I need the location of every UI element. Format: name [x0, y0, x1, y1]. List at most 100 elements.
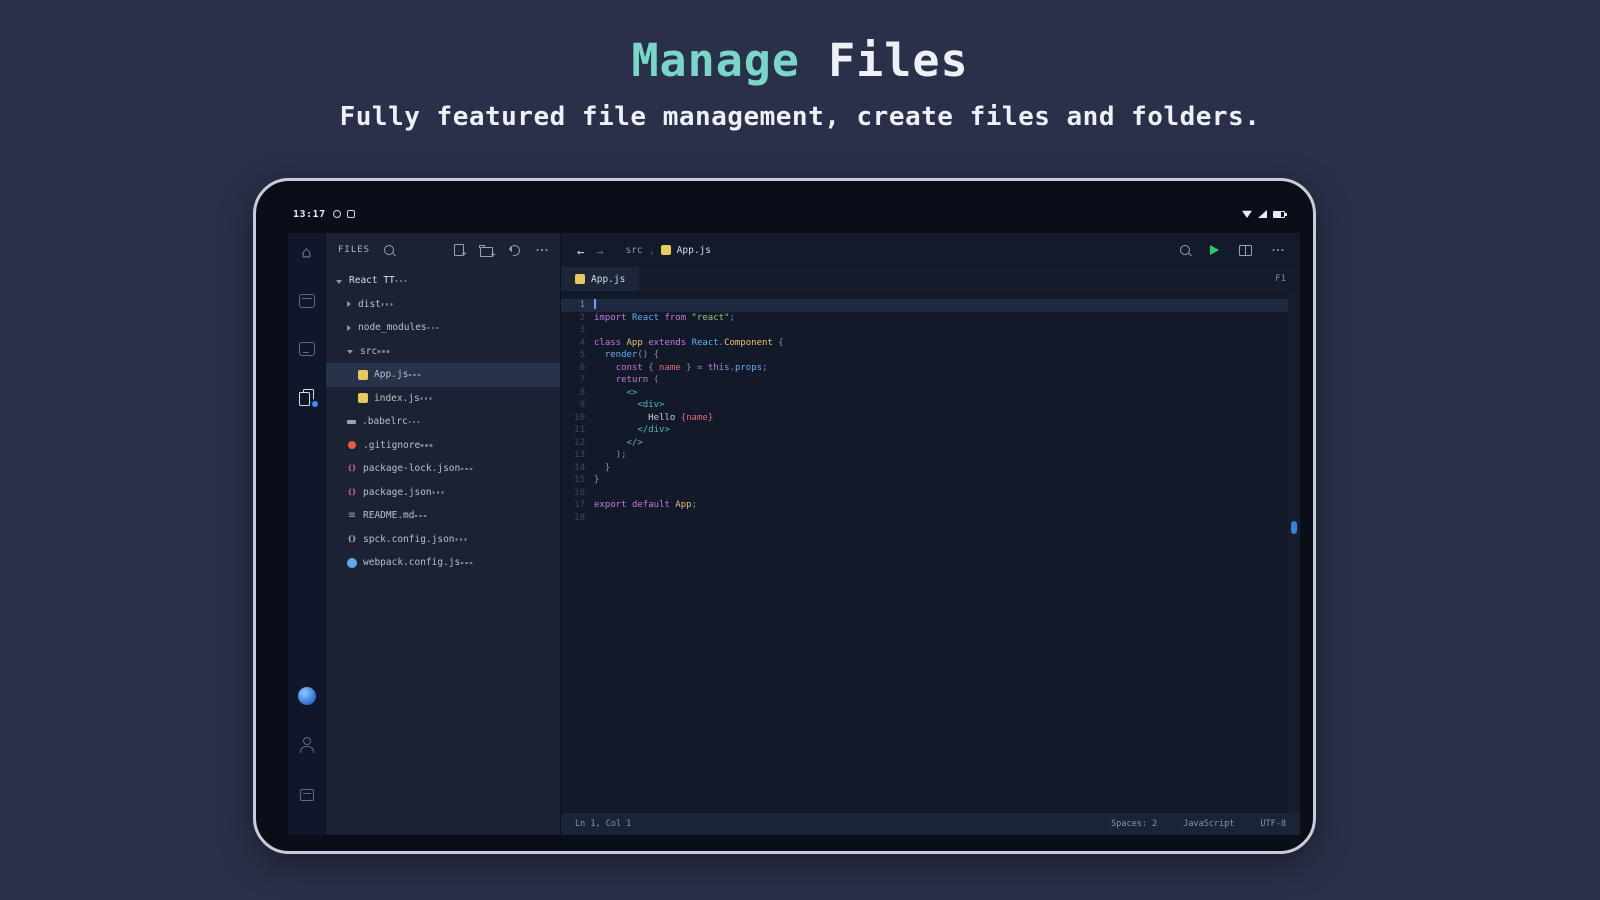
page-title-rest: Files: [800, 34, 969, 87]
language-mode[interactable]: JavaScript: [1183, 819, 1234, 829]
tree-item[interactable]: spck.config.json: [326, 528, 560, 552]
code-line[interactable]: 14 }: [561, 462, 1300, 475]
chevron-down-icon[interactable]: [336, 280, 342, 284]
tree-item[interactable]: node_modules: [326, 316, 560, 340]
line-number: 17: [561, 499, 594, 512]
code-line[interactable]: 4class App extends React.Component {: [561, 337, 1300, 350]
more-icon[interactable]: [413, 421, 416, 424]
line-number: 15: [561, 474, 594, 487]
more-icon[interactable]: [460, 538, 463, 541]
more-icon[interactable]: [419, 515, 422, 518]
notification-badge: [310, 399, 320, 409]
forward-icon[interactable]: [596, 241, 603, 260]
tree-item[interactable]: README.md: [326, 504, 560, 528]
code-line[interactable]: 2import React from "react";: [561, 312, 1300, 325]
new-folder-icon[interactable]: [480, 247, 493, 257]
tree-item[interactable]: dist: [326, 293, 560, 317]
more-icon[interactable]: [1277, 249, 1280, 252]
run-icon[interactable]: [1210, 245, 1219, 255]
indent-setting[interactable]: Spaces: 2: [1111, 819, 1157, 829]
files-icon[interactable]: [297, 387, 317, 407]
fold-indicator[interactable]: F1: [1275, 274, 1300, 284]
more-icon[interactable]: [437, 491, 440, 494]
wifi-icon: [1242, 210, 1252, 218]
editor-status-bar: Ln 1, Col 1 Spaces: 2 JavaScript UTF-8: [561, 813, 1300, 835]
new-file-icon[interactable]: [454, 244, 464, 256]
more-icon[interactable]: [465, 468, 468, 471]
console-icon[interactable]: [297, 339, 317, 359]
code-editor[interactable]: 12import React from "react";34class App …: [561, 291, 1300, 813]
alarm-icon: [333, 210, 341, 218]
js-file-icon: [661, 245, 671, 255]
page-title: Manage Files: [0, 34, 1600, 87]
more-icon[interactable]: [425, 397, 428, 400]
editor-icon[interactable]: [297, 291, 317, 311]
line-number: 18: [561, 512, 594, 525]
tree-item[interactable]: .babelrc: [326, 410, 560, 434]
line-content: );: [594, 449, 627, 462]
scrollbar-track[interactable]: [1288, 291, 1300, 813]
tree-item[interactable]: webpack.config.js: [326, 551, 560, 575]
search-icon[interactable]: [384, 245, 394, 255]
tree-item[interactable]: index.js: [326, 387, 560, 411]
code-line[interactable]: 16: [561, 487, 1300, 500]
activity-bar: [288, 233, 326, 835]
json-file-icon: [347, 487, 357, 497]
status-right-group: Spaces: 2 JavaScript UTF-8: [1111, 819, 1286, 829]
tree-item-label: package.json: [363, 487, 432, 498]
code-line[interactable]: 1: [561, 299, 1300, 312]
code-line[interactable]: 6 const { name } = this.props;: [561, 362, 1300, 375]
tree-item[interactable]: .gitignore: [326, 434, 560, 458]
tree-item[interactable]: package-lock.json: [326, 457, 560, 481]
more-icon[interactable]: [400, 280, 403, 283]
breadcrumb-file[interactable]: App.js: [677, 245, 711, 256]
code-line[interactable]: 13 );: [561, 449, 1300, 462]
more-icon[interactable]: [386, 303, 389, 306]
search-icon[interactable]: [1180, 245, 1190, 255]
refresh-icon[interactable]: [507, 243, 522, 258]
profile-icon[interactable]: [297, 735, 317, 755]
code-line[interactable]: 12 </>: [561, 437, 1300, 450]
tree-item[interactable]: src: [326, 340, 560, 364]
chevron-down-icon[interactable]: [347, 350, 353, 354]
tree-item[interactable]: package.json: [326, 481, 560, 505]
code-line[interactable]: 11 </div>: [561, 424, 1300, 437]
tree-item[interactable]: App.js: [326, 363, 560, 387]
cursor-position[interactable]: Ln 1, Col 1: [575, 819, 631, 829]
chevron-right-icon: [649, 241, 655, 260]
tree-item-label: node_modules: [358, 322, 427, 333]
encoding[interactable]: UTF-8: [1260, 819, 1286, 829]
code-line[interactable]: 15}: [561, 474, 1300, 487]
code-line[interactable]: 10 Hello {name}: [561, 412, 1300, 425]
split-view-icon[interactable]: [1239, 245, 1252, 256]
code-line[interactable]: 8 <>: [561, 387, 1300, 400]
breadcrumb-folder[interactable]: src: [625, 245, 642, 256]
babel-file-icon: [347, 420, 356, 424]
tree-item[interactable]: React TT: [326, 269, 560, 293]
back-icon[interactable]: [577, 241, 584, 260]
more-icon[interactable]: [425, 444, 428, 447]
more-icon[interactable]: [432, 327, 435, 330]
line-number: 2: [561, 312, 594, 325]
home-icon[interactable]: [297, 243, 317, 263]
more-icon[interactable]: [541, 249, 544, 252]
code-line[interactable]: 9 <div>: [561, 399, 1300, 412]
code-line[interactable]: 18: [561, 512, 1300, 525]
code-line[interactable]: 17export default App;: [561, 499, 1300, 512]
more-icon[interactable]: [465, 562, 468, 565]
chevron-right-icon[interactable]: [347, 301, 351, 307]
code-line[interactable]: 7 return (: [561, 374, 1300, 387]
more-icon[interactable]: [413, 374, 416, 377]
scrollbar-thumb[interactable]: [1291, 521, 1297, 534]
projects-icon[interactable]: [297, 785, 317, 805]
line-content: import React from "react";: [594, 312, 735, 325]
spck-logo-icon[interactable]: [298, 687, 316, 705]
chevron-right-icon[interactable]: [347, 325, 351, 331]
tab-appjs[interactable]: App.js: [561, 267, 639, 291]
more-icon[interactable]: [382, 350, 385, 353]
tree-item-label: src: [360, 346, 377, 357]
line-number: 6: [561, 362, 594, 375]
code-line[interactable]: 3: [561, 324, 1300, 337]
code-line[interactable]: 5 render() {: [561, 349, 1300, 362]
tree-item-label: spck.config.json: [363, 534, 455, 545]
